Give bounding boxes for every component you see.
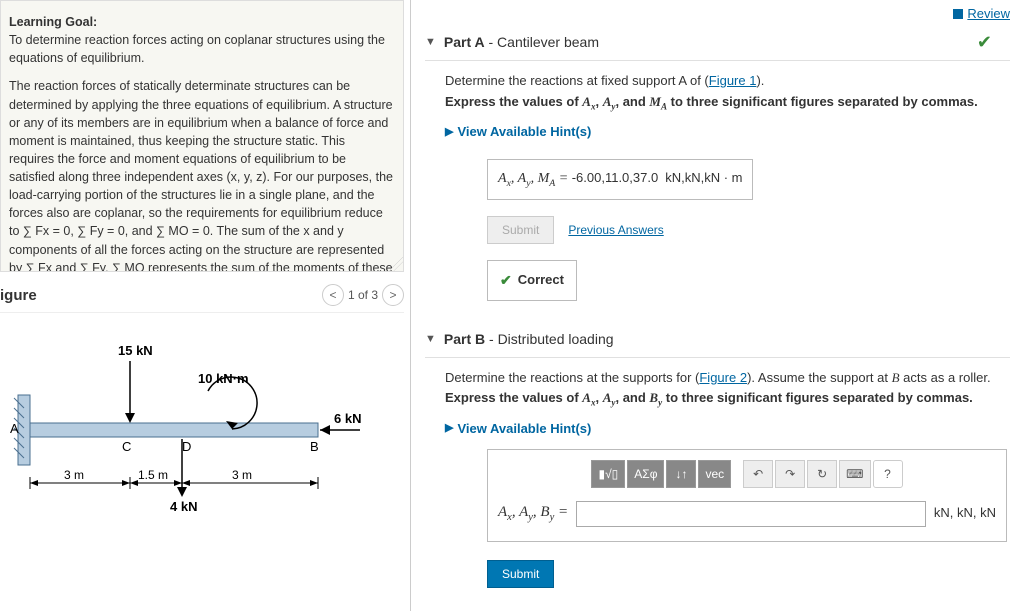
figure-canvas: 15 kN 10 kN·m 6 kN 4 kN A C D B — [0, 333, 404, 553]
part-b-block: ▼ Part B - Distributed loading Determine… — [425, 323, 1010, 593]
check-icon: ✔ — [977, 32, 992, 53]
answer-input-area: ▮√▯ ΑΣφ ↓↑ vec ↶ ↷ ↻ ⌨ ? Ax, Ay, By = kN… — [487, 449, 1007, 542]
answer-units: kN, kN, kN — [934, 503, 996, 524]
input-label: Ax, Ay, By = — [498, 500, 568, 527]
figure-next-button[interactable]: > — [382, 284, 404, 306]
help-button[interactable]: ? — [873, 460, 903, 488]
reset-button[interactable]: ↻ — [807, 460, 837, 488]
subscript-button[interactable]: ↓↑ — [666, 460, 696, 488]
answer-input[interactable] — [576, 501, 926, 527]
part-a-answer: Ax, Ay, MA = -6.00,11.0,37.0 kN,kN,kN · … — [487, 159, 753, 200]
part-a-express: Express the values of Ax, Ay, and MA to … — [445, 92, 1004, 114]
figure-header: igure < 1 of 3 > — [0, 280, 404, 313]
svg-text:6 kN: 6 kN — [334, 411, 361, 426]
submit-button-a: Submit — [487, 216, 554, 244]
previous-answers-link[interactable]: Previous Answers — [568, 221, 663, 240]
svg-text:D: D — [182, 439, 191, 454]
review-link[interactable]: Review — [953, 6, 1010, 21]
learning-intro: To determine reaction forces acting on c… — [9, 31, 393, 67]
svg-text:3 m: 3 m — [232, 468, 252, 482]
vector-button[interactable]: vec — [698, 460, 731, 488]
learning-heading: Learning Goal: — [9, 15, 97, 29]
figure-title: igure — [0, 287, 37, 304]
svg-text:B: B — [310, 439, 319, 454]
svg-text:10 kN·m: 10 kN·m — [198, 371, 249, 386]
svg-text:1.5 m: 1.5 m — [138, 468, 168, 482]
learning-body: The reaction forces of statically determ… — [9, 77, 393, 272]
hints-toggle-b[interactable]: ▶ View Available Hint(s) — [445, 419, 1004, 440]
part-a-block: ▼ Part A - Cantilever beam ✔ Determine t… — [425, 26, 1010, 305]
part-b-title: Part B - Distributed loading — [444, 331, 614, 347]
figure-prev-button[interactable]: < — [322, 284, 344, 306]
learning-goal-box: Learning Goal: To determine reaction for… — [0, 0, 404, 272]
correct-feedback: ✔ Correct — [487, 260, 577, 300]
redo-button[interactable]: ↷ — [775, 460, 805, 488]
part-b-express: Express the values of Ax, Ay, and By to … — [445, 388, 1004, 410]
chevron-right-icon: ▶ — [445, 420, 453, 438]
part-a-question: Determine the reactions at fixed support… — [445, 71, 1004, 92]
collapse-icon[interactable]: ▼ — [425, 36, 436, 48]
undo-button[interactable]: ↶ — [743, 460, 773, 488]
submit-button-b[interactable]: Submit — [487, 560, 554, 588]
equation-toolbar: ▮√▯ ΑΣφ ↓↑ vec ↶ ↷ ↻ ⌨ ? — [498, 460, 996, 488]
figure-1-link[interactable]: Figure 1 — [709, 73, 757, 88]
figure-page-indicator: 1 of 3 — [348, 288, 378, 302]
svg-text:4 kN: 4 kN — [170, 499, 197, 514]
collapse-icon[interactable]: ▼ — [425, 333, 436, 345]
checkmark-icon: ✔ — [500, 269, 512, 291]
svg-text:3 m: 3 m — [64, 468, 84, 482]
template-button[interactable]: ▮√▯ — [591, 460, 625, 488]
part-b-question: Determine the reactions at the supports … — [445, 368, 1004, 389]
part-a-title: Part A - Cantilever beam — [444, 34, 599, 50]
review-icon — [953, 9, 963, 19]
symbols-button[interactable]: ΑΣφ — [627, 460, 664, 488]
svg-text:C: C — [122, 439, 131, 454]
svg-text:A: A — [10, 421, 19, 436]
svg-text:15 kN: 15 kN — [118, 343, 153, 358]
hints-toggle-a[interactable]: ▶ View Available Hint(s) — [445, 122, 1004, 143]
keyboard-button[interactable]: ⌨ — [839, 460, 870, 488]
figure-2-link[interactable]: Figure 2 — [699, 370, 747, 385]
chevron-right-icon: ▶ — [445, 124, 453, 142]
